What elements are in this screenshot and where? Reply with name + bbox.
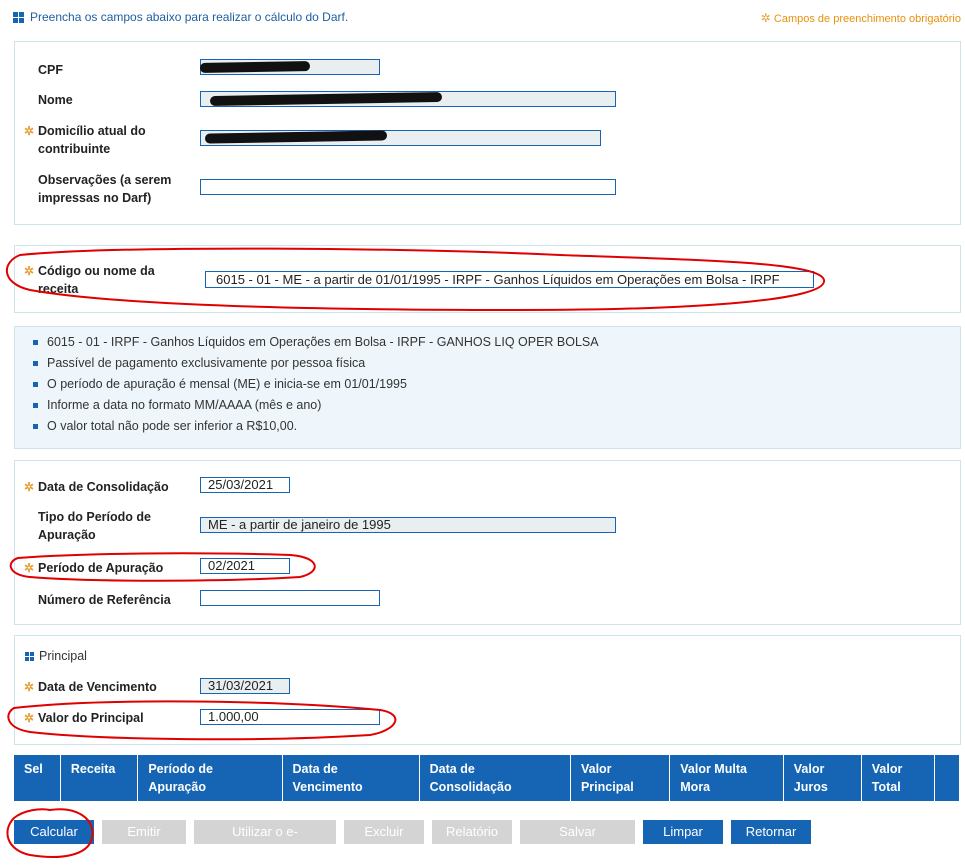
info-list: 6015 - 01 - IRPF - Ganhos Líquidos em Op… bbox=[29, 332, 960, 437]
form-instruction: Preencha os campos abaixo para realizar … bbox=[13, 10, 348, 24]
receita-info-panel: 6015 - 01 - IRPF - Ganhos Líquidos em Op… bbox=[14, 326, 961, 449]
emitir-darf-button[interactable]: Emitir Darf bbox=[102, 820, 186, 863]
column-header: Receita bbox=[60, 755, 139, 801]
tipo-periodo-label: Tipo do Período de Apuração bbox=[38, 510, 151, 542]
consolidacao-label: ✲ Data de Consolidação bbox=[24, 478, 169, 496]
numero-referencia-label: Número de Referência bbox=[38, 593, 171, 607]
asterisk-icon: ✲ bbox=[24, 264, 35, 278]
column-header: Valor Principal bbox=[570, 755, 671, 801]
domicilio-label-text: Domicílio atual do contribuinte bbox=[38, 124, 146, 156]
column-header: Valor Total bbox=[861, 755, 936, 801]
periodo-panel: ✲ Data de Consolidação 25/03/2021 Tipo d… bbox=[14, 460, 961, 625]
nome-label: Nome bbox=[38, 93, 73, 107]
asterisk-icon: ✲ bbox=[24, 124, 35, 138]
contributor-panel: CPF Nome ✲ Domicílio atual do contribuin… bbox=[14, 41, 961, 225]
info-item: Passível de pagamento exclusivamente por… bbox=[33, 353, 960, 374]
retornar-button[interactable]: Retornar bbox=[731, 820, 811, 844]
periodo-apuracao-field[interactable]: 02/2021 bbox=[200, 558, 290, 574]
column-header: Valor Multa Mora bbox=[669, 755, 784, 801]
receita-label: ✲ Código ou nome da receita bbox=[24, 262, 178, 298]
valor-principal-label-text: Valor do Principal bbox=[38, 711, 144, 725]
principal-panel: Principal ✲ Data de Vencimento 31/03/202… bbox=[14, 635, 961, 745]
column-header: Data de Vencimento bbox=[282, 755, 420, 801]
excluir-button[interactable]: Excluir bbox=[344, 820, 424, 844]
column-header: Sel bbox=[14, 755, 61, 801]
info-item: Informe a data no formato MM/AAAA (mês e… bbox=[33, 395, 960, 416]
observacoes-field[interactable] bbox=[200, 179, 616, 195]
limpar-button[interactable]: Limpar bbox=[643, 820, 723, 844]
domicilio-label: ✲ Domicílio atual do contribuinte bbox=[24, 122, 178, 158]
valor-principal-label: ✲ Valor do Principal bbox=[24, 709, 144, 727]
numero-referencia-field[interactable] bbox=[200, 590, 380, 606]
cpf-label: CPF bbox=[38, 63, 63, 77]
periodo-apuracao-label-text: Período de Apuração bbox=[38, 561, 164, 575]
relatorio-button[interactable]: Relatório bbox=[432, 820, 512, 844]
instruction-text: Preencha os campos abaixo para realizar … bbox=[30, 10, 349, 24]
column-header bbox=[934, 755, 960, 801]
results-table: Sel Receita Período de Apuração Data de … bbox=[14, 755, 960, 801]
calcular-button[interactable]: Calcular bbox=[14, 820, 94, 844]
data-consolidacao-field[interactable]: 25/03/2021 bbox=[200, 477, 290, 493]
required-note-text: Campos de preenchimento obrigatório bbox=[773, 13, 961, 25]
redaction-scribble bbox=[199, 61, 311, 73]
tipo-periodo-field[interactable]: ME - a partir de janeiro de 1995 bbox=[200, 517, 616, 533]
asterisk-icon: ✲ bbox=[24, 480, 35, 494]
vencimento-label: ✲ Data de Vencimento bbox=[24, 678, 157, 696]
principal-section-title: Principal bbox=[25, 649, 87, 663]
consolidacao-label-text: Data de Consolidação bbox=[38, 480, 169, 494]
receita-field[interactable]: 6015 - 01 - ME - a partir de 01/01/1995 … bbox=[205, 271, 814, 288]
column-header: Data de Consolidação bbox=[419, 755, 571, 801]
grid-icon bbox=[13, 11, 24, 23]
info-item: O período de apuração é mensal (ME) e in… bbox=[33, 374, 960, 395]
observacoes-label: Observações (a serem impressas no Darf) bbox=[38, 173, 172, 205]
asterisk-icon: ✲ bbox=[760, 11, 771, 25]
receita-panel: ✲ Código ou nome da receita 6015 - 01 - … bbox=[14, 245, 961, 313]
principal-title-text: Principal bbox=[39, 649, 87, 663]
vencimento-label-text: Data de Vencimento bbox=[38, 680, 157, 694]
info-item: 6015 - 01 - IRPF - Ganhos Líquidos em Op… bbox=[33, 332, 960, 353]
asterisk-icon: ✲ bbox=[24, 711, 35, 725]
asterisk-icon: ✲ bbox=[24, 680, 35, 694]
column-header: Período de Apuração bbox=[137, 755, 283, 801]
utilizar-e-arrecada-button[interactable]: Utilizar o e-Arrecada bbox=[194, 820, 336, 863]
info-item: O valor total não pode ser inferior a R$… bbox=[33, 416, 960, 437]
table-header-row: Sel Receita Período de Apuração Data de … bbox=[14, 755, 960, 801]
data-vencimento-field[interactable]: 31/03/2021 bbox=[200, 678, 290, 694]
periodo-apuracao-label: ✲ Período de Apuração bbox=[24, 559, 164, 577]
required-fields-note: ✲ Campos de preenchimento obrigatório bbox=[761, 11, 961, 25]
column-header: Valor Juros bbox=[783, 755, 862, 801]
asterisk-icon: ✲ bbox=[24, 561, 35, 575]
salvar-trabalho-button[interactable]: Salvar Trabalho bbox=[520, 820, 635, 863]
receita-label-text: Código ou nome da receita bbox=[38, 264, 155, 296]
grid-icon bbox=[25, 651, 34, 661]
valor-principal-field[interactable]: 1.000,00 bbox=[200, 709, 380, 725]
